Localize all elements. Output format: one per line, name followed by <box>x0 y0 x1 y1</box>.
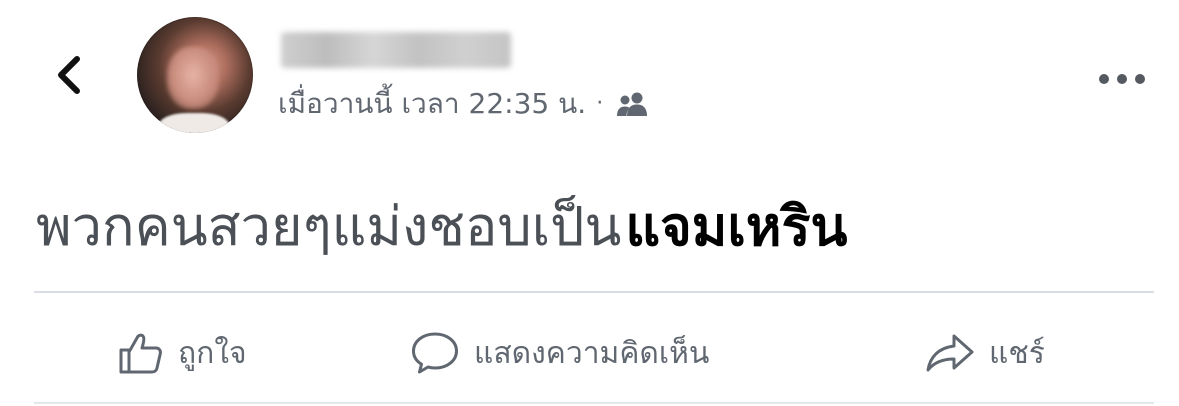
facebook-post: เมื่อวานนี้ เวลา 22:35 น. · พวกคนสวยๆแม่… <box>0 0 1179 406</box>
action-bar: ถูกใจ แสดงความคิดเห็น แชร์ <box>0 318 1179 388</box>
share-label: แชร์ <box>989 335 1045 371</box>
back-button[interactable] <box>44 52 92 102</box>
avatar[interactable] <box>137 17 253 133</box>
post-text-part2: แจมเหริน <box>625 195 848 258</box>
friends-icon[interactable] <box>615 91 649 117</box>
chevron-left-icon <box>53 55 83 99</box>
post-text-part1: พวกคนสวยๆแม่งชอบเป็น <box>36 195 622 258</box>
thumbs-up-icon <box>118 332 164 374</box>
like-label: ถูกใจ <box>178 335 247 371</box>
comment-bubble-icon <box>410 331 460 375</box>
share-button[interactable]: แชร์ <box>925 318 1045 388</box>
divider-bottom <box>34 402 1154 404</box>
meta-separator: · <box>596 91 604 116</box>
post-text: พวกคนสวยๆแม่งชอบเป็นแจมเหริน <box>36 187 847 267</box>
post-meta: เมื่อวานนี้ เวลา 22:35 น. · <box>278 84 649 124</box>
more-options-button[interactable] <box>1092 60 1152 100</box>
like-button[interactable]: ถูกใจ <box>118 318 247 388</box>
divider <box>34 291 1154 293</box>
comment-label: แสดงความคิดเห็น <box>474 335 710 371</box>
post-timestamp[interactable]: เมื่อวานนี้ เวลา 22:35 น. <box>278 84 586 124</box>
comment-button[interactable]: แสดงความคิดเห็น <box>410 318 709 388</box>
author-name-blurred[interactable] <box>281 32 511 68</box>
more-horizontal-icon <box>1097 71 1147 90</box>
share-arrow-icon <box>925 333 975 373</box>
